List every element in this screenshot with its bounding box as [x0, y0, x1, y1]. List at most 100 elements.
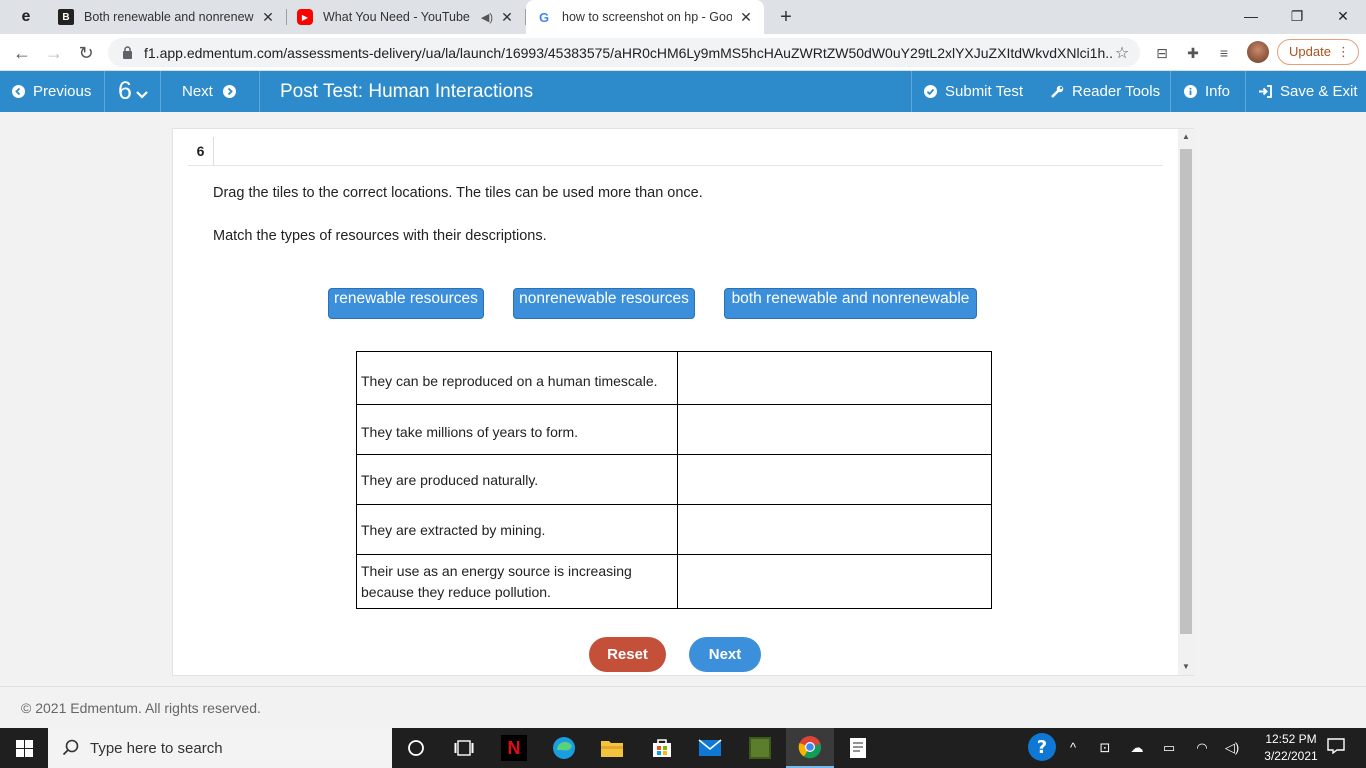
cortana-icon[interactable] — [392, 728, 440, 768]
drop-target[interactable] — [676, 554, 992, 609]
battery-icon[interactable]: ▭ — [1159, 738, 1179, 758]
divider — [188, 165, 1163, 166]
check-circle-icon — [924, 85, 937, 98]
wifi-icon[interactable]: ◠ — [1192, 738, 1212, 758]
edge-icon[interactable] — [540, 728, 588, 768]
address-bar[interactable]: f1.app.edmentum.com/assessments-delivery… — [108, 38, 1140, 67]
new-tab-button[interactable]: + — [774, 5, 798, 29]
forward-icon[interactable]: → — [40, 39, 68, 67]
tab-title: Both renewable and nonrenewab — [84, 10, 254, 24]
drop-target[interactable] — [676, 504, 992, 555]
update-button[interactable]: Update ⋮ — [1277, 39, 1359, 65]
scroll-down-icon[interactable]: ▼ — [1178, 659, 1194, 675]
file-explorer-icon[interactable] — [588, 728, 636, 768]
clock-time: 12:52 PM — [1265, 732, 1317, 746]
search-placeholder: Type here to search — [90, 739, 223, 757]
more-icon: ⋮ — [1337, 44, 1350, 59]
tile-renewable[interactable]: renewable resources — [328, 288, 484, 319]
reset-button[interactable]: Reset — [589, 637, 666, 672]
scroll-up-icon[interactable]: ▲ — [1178, 129, 1194, 145]
question-number: 6 — [118, 77, 132, 105]
submit-test-button[interactable]: Submit Test — [911, 71, 1037, 112]
notification-icon[interactable] — [1326, 738, 1346, 758]
help-icon[interactable]: ? — [1027, 732, 1057, 762]
tile-nonrenewable[interactable]: nonrenewable resources — [513, 288, 695, 319]
info-icon — [1184, 85, 1197, 98]
next-label: Next — [182, 83, 213, 100]
tab-youtube[interactable]: ▶ What You Need - YouTube ◀) ✕ — [287, 0, 525, 34]
svg-text:?: ? — [1037, 737, 1047, 758]
minimize-icon[interactable]: — — [1228, 4, 1274, 28]
drop-target[interactable] — [676, 404, 992, 455]
row-description: They are produced naturally. — [356, 454, 678, 505]
extension-e-icon[interactable]: ⊟ — [1152, 43, 1172, 63]
tab-google-search[interactable]: G how to screenshot on hp - Goog ✕ — [526, 0, 764, 34]
minecraft-icon[interactable] — [736, 728, 784, 768]
close-window-icon[interactable]: ✕ — [1320, 4, 1366, 28]
next-header-button[interactable]: Next — [161, 71, 260, 112]
drop-target[interactable] — [676, 351, 992, 405]
reader-tools-button[interactable]: Reader Tools — [1037, 71, 1171, 112]
page-title: Post Test: Human Interactions — [280, 81, 534, 102]
question-panel: 6 Drag the tiles to the correct location… — [172, 128, 1194, 676]
avatar[interactable] — [1247, 41, 1269, 63]
row-description: They can be reproduced on a human timesc… — [356, 351, 678, 405]
scroll-thumb[interactable] — [1180, 149, 1192, 634]
windows-taskbar: Type here to search N ? ^ ⊡ ☁ ▭ ◠ ◁) 12:… — [0, 728, 1366, 768]
taskbar-search-input[interactable]: Type here to search — [48, 728, 392, 768]
close-icon[interactable]: ✕ — [499, 9, 515, 25]
edge-profile-icon[interactable]: e — [16, 7, 36, 27]
info-button[interactable]: Info — [1171, 71, 1246, 112]
tab-title: What You Need - YouTube — [323, 10, 470, 24]
wrench-icon — [1050, 85, 1064, 99]
netflix-icon[interactable]: N — [490, 728, 538, 768]
save-exit-button[interactable]: Save & Exit — [1246, 71, 1366, 112]
lock-icon[interactable] — [120, 46, 134, 60]
row-description: Their use as an energy source is increas… — [356, 554, 678, 609]
puzzle-icon[interactable]: ✚ — [1183, 43, 1203, 63]
table-row: They are extracted by mining. — [356, 504, 992, 555]
row-description: They take millions of years to form. — [356, 404, 678, 455]
close-icon[interactable]: ✕ — [738, 9, 754, 25]
chrome-icon[interactable] — [786, 728, 834, 768]
onedrive-icon[interactable]: ☁ — [1127, 738, 1147, 758]
question-selector[interactable]: 6 — [105, 71, 161, 112]
sign-out-icon — [1258, 85, 1272, 98]
meet-now-icon[interactable]: ⊡ — [1095, 738, 1115, 758]
chevron-up-icon[interactable]: ^ — [1063, 738, 1083, 758]
copyright-text: © 2021 Edmentum. All rights reserved. — [21, 700, 261, 716]
browser-toolbar: ← → ↻ f1.app.edmentum.com/assessments-de… — [0, 34, 1366, 71]
bookmark-star-icon[interactable]: ☆ — [1112, 43, 1132, 63]
browser-tab-strip: e B Both renewable and nonrenewab ✕ ▶ Wh… — [0, 0, 1366, 34]
brainly-favicon-icon: B — [58, 9, 74, 25]
table-row: Their use as an energy source is increas… — [356, 554, 992, 609]
reload-icon[interactable]: ↻ — [72, 39, 100, 67]
notepad-icon[interactable] — [834, 728, 882, 768]
info-label: Info — [1205, 83, 1231, 100]
reading-list-icon[interactable]: ≡ — [1214, 43, 1234, 63]
app-header: Previous 6 Next Post Test: Human Interac… — [0, 71, 1366, 112]
tab-both-renewable[interactable]: B Both renewable and nonrenewab ✕ — [48, 0, 286, 34]
url-text: f1.app.edmentum.com/assessments-delivery… — [144, 44, 1112, 61]
previous-button[interactable]: Previous — [0, 71, 105, 112]
volume-icon[interactable]: ◁) — [1222, 738, 1242, 758]
windows-start-icon[interactable] — [0, 728, 48, 768]
previous-label: Previous — [33, 83, 92, 100]
task-view-icon[interactable] — [440, 728, 488, 768]
mail-icon[interactable] — [686, 728, 734, 768]
row-description: They are extracted by mining. — [356, 504, 678, 555]
next-button[interactable]: Next — [689, 637, 761, 672]
restore-icon[interactable]: ❐ — [1274, 4, 1320, 28]
back-icon[interactable]: ← — [8, 39, 36, 67]
close-icon[interactable]: ✕ — [260, 9, 276, 25]
arrow-left-circle-icon — [12, 85, 25, 98]
tile-both[interactable]: both renewable and nonrenewable — [724, 288, 977, 319]
scrollbar[interactable]: ▲ ▼ — [1178, 129, 1194, 675]
update-label: Update — [1289, 44, 1331, 59]
question-number-badge: 6 — [188, 137, 214, 165]
google-favicon-icon: G — [538, 9, 550, 25]
mute-icon[interactable]: ◀) — [481, 11, 493, 24]
drop-target[interactable] — [676, 454, 992, 505]
store-icon[interactable] — [638, 728, 686, 768]
taskbar-clock[interactable]: 12:52 PM 3/22/2021 — [1262, 731, 1320, 765]
